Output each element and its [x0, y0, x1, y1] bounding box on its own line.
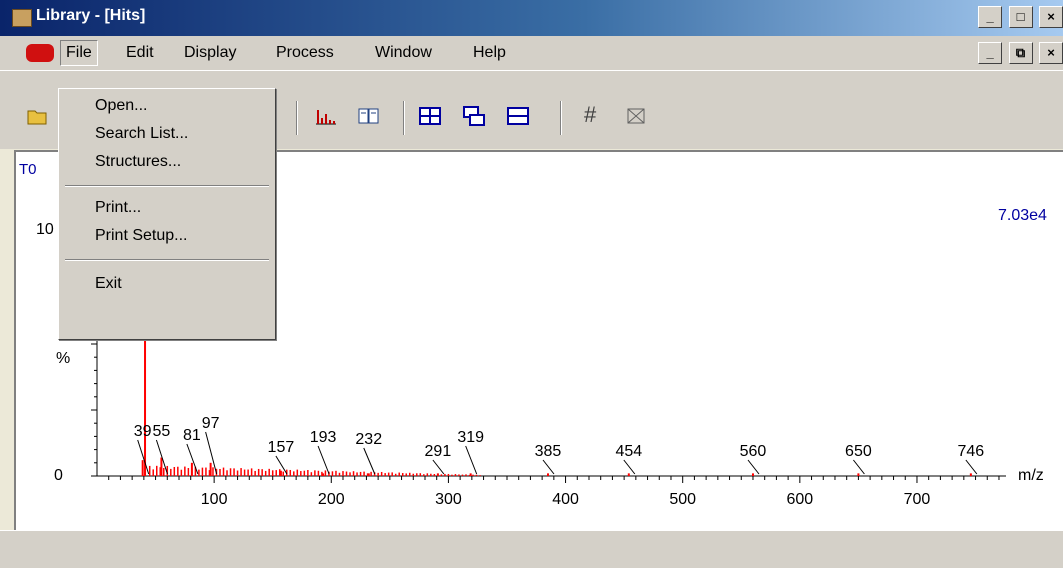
menu-item-search-list[interactable]: Search List...	[95, 125, 188, 143]
peak-label-leader	[853, 459, 865, 475]
peak-mz-label: 560	[740, 443, 767, 460]
peak-mz-label: 157	[268, 439, 295, 456]
open-folder-icon[interactable]	[26, 105, 50, 127]
doc-restore-button[interactable]: ⧉	[1008, 42, 1033, 64]
toolbar-separator	[403, 101, 405, 135]
window-title: Library - [Hits]	[36, 7, 146, 24]
menu-separator	[65, 185, 269, 187]
fit-to-window-icon[interactable]	[624, 105, 648, 127]
x-tick-label: 700	[904, 491, 931, 508]
title-bar: Library - [Hits] _ □ ×	[0, 0, 1063, 36]
peak-mz-label: 39	[134, 423, 152, 440]
peak-label-leader	[317, 445, 330, 475]
menu-item-print-setup[interactable]: Print Setup...	[95, 227, 188, 245]
menu-help[interactable]: Help	[473, 44, 506, 62]
menu-separator	[65, 259, 269, 261]
document-window-controls: _ ⧉ ×	[976, 42, 1063, 64]
peak-label-leader	[432, 459, 445, 475]
menu-display[interactable]: Display	[184, 44, 236, 62]
peak-label-leader	[465, 445, 478, 475]
peak-label-leader	[747, 459, 760, 475]
menu-edit[interactable]: Edit	[126, 44, 154, 62]
peak-mz-label: 319	[457, 429, 484, 446]
x-tick-label: 500	[669, 491, 696, 508]
menu-file[interactable]: File	[60, 40, 98, 66]
y-axis-zero-label: 0	[54, 467, 63, 484]
tile-horizontal-icon[interactable]	[506, 105, 530, 127]
menu-item-open[interactable]: Open...	[95, 97, 147, 115]
menu-item-print[interactable]: Print...	[95, 199, 141, 217]
tile-grid-icon[interactable]	[418, 105, 442, 127]
hash-icon[interactable]: #	[584, 102, 608, 127]
doc-close-button[interactable]: ×	[1039, 42, 1063, 64]
peak-label-leader	[542, 459, 555, 475]
menu-item-exit[interactable]: Exit	[95, 275, 122, 293]
file-menu-dropdown: Open... Search List... Structures... Pri…	[58, 88, 276, 340]
peak-mz-label: 193	[310, 429, 337, 446]
x-tick-label: 200	[318, 491, 345, 508]
x-tick-label: 300	[435, 491, 462, 508]
peak-mz-label: 97	[202, 415, 220, 432]
toolbar-separator	[560, 101, 562, 135]
peak-label-leader	[363, 447, 376, 475]
y-axis-percent-label: %	[56, 350, 70, 367]
menu-window[interactable]: Window	[375, 44, 432, 62]
peak-mz-label: 232	[355, 431, 382, 448]
menu-bar: File Edit Display Process Window Help _ …	[0, 36, 1063, 70]
menu-process[interactable]: Process	[276, 44, 334, 62]
document-icon[interactable]	[26, 44, 54, 62]
peak-mz-label: 385	[535, 443, 562, 460]
cascade-windows-icon[interactable]	[462, 105, 486, 127]
peak-label-leader	[623, 459, 636, 475]
x-axis-unit-label: m/z	[1018, 467, 1044, 484]
peak-mz-label: 746	[958, 443, 985, 460]
window-controls: _ □ ×	[976, 6, 1063, 28]
plot-corner-label: T0	[19, 161, 37, 178]
doc-minimize-button[interactable]: _	[978, 42, 1003, 64]
peak-mz-label: 55	[153, 423, 171, 440]
x-tick-label: 400	[552, 491, 579, 508]
peak-mz-label: 650	[845, 443, 872, 460]
library-book-icon[interactable]	[357, 105, 381, 127]
peak-mz-label: 291	[425, 443, 452, 460]
status-bar	[0, 530, 1063, 568]
menu-item-structures[interactable]: Structures...	[95, 153, 181, 171]
peak-mz-label: 454	[615, 443, 642, 460]
peak-mz-label: 81	[183, 427, 201, 444]
library-app-icon	[12, 9, 32, 27]
max-intensity-label: 7.03e4	[998, 207, 1047, 224]
y-axis-top-label: 10	[36, 221, 54, 238]
x-tick-label: 600	[786, 491, 813, 508]
peak-label-leader	[965, 459, 978, 475]
maximize-button[interactable]: □	[1008, 6, 1033, 28]
close-button[interactable]: ×	[1039, 6, 1063, 28]
minimize-button[interactable]: _	[978, 6, 1003, 28]
spectrum-icon[interactable]	[314, 105, 338, 127]
toolbar-separator	[296, 101, 298, 135]
x-tick-label: 100	[201, 491, 228, 508]
